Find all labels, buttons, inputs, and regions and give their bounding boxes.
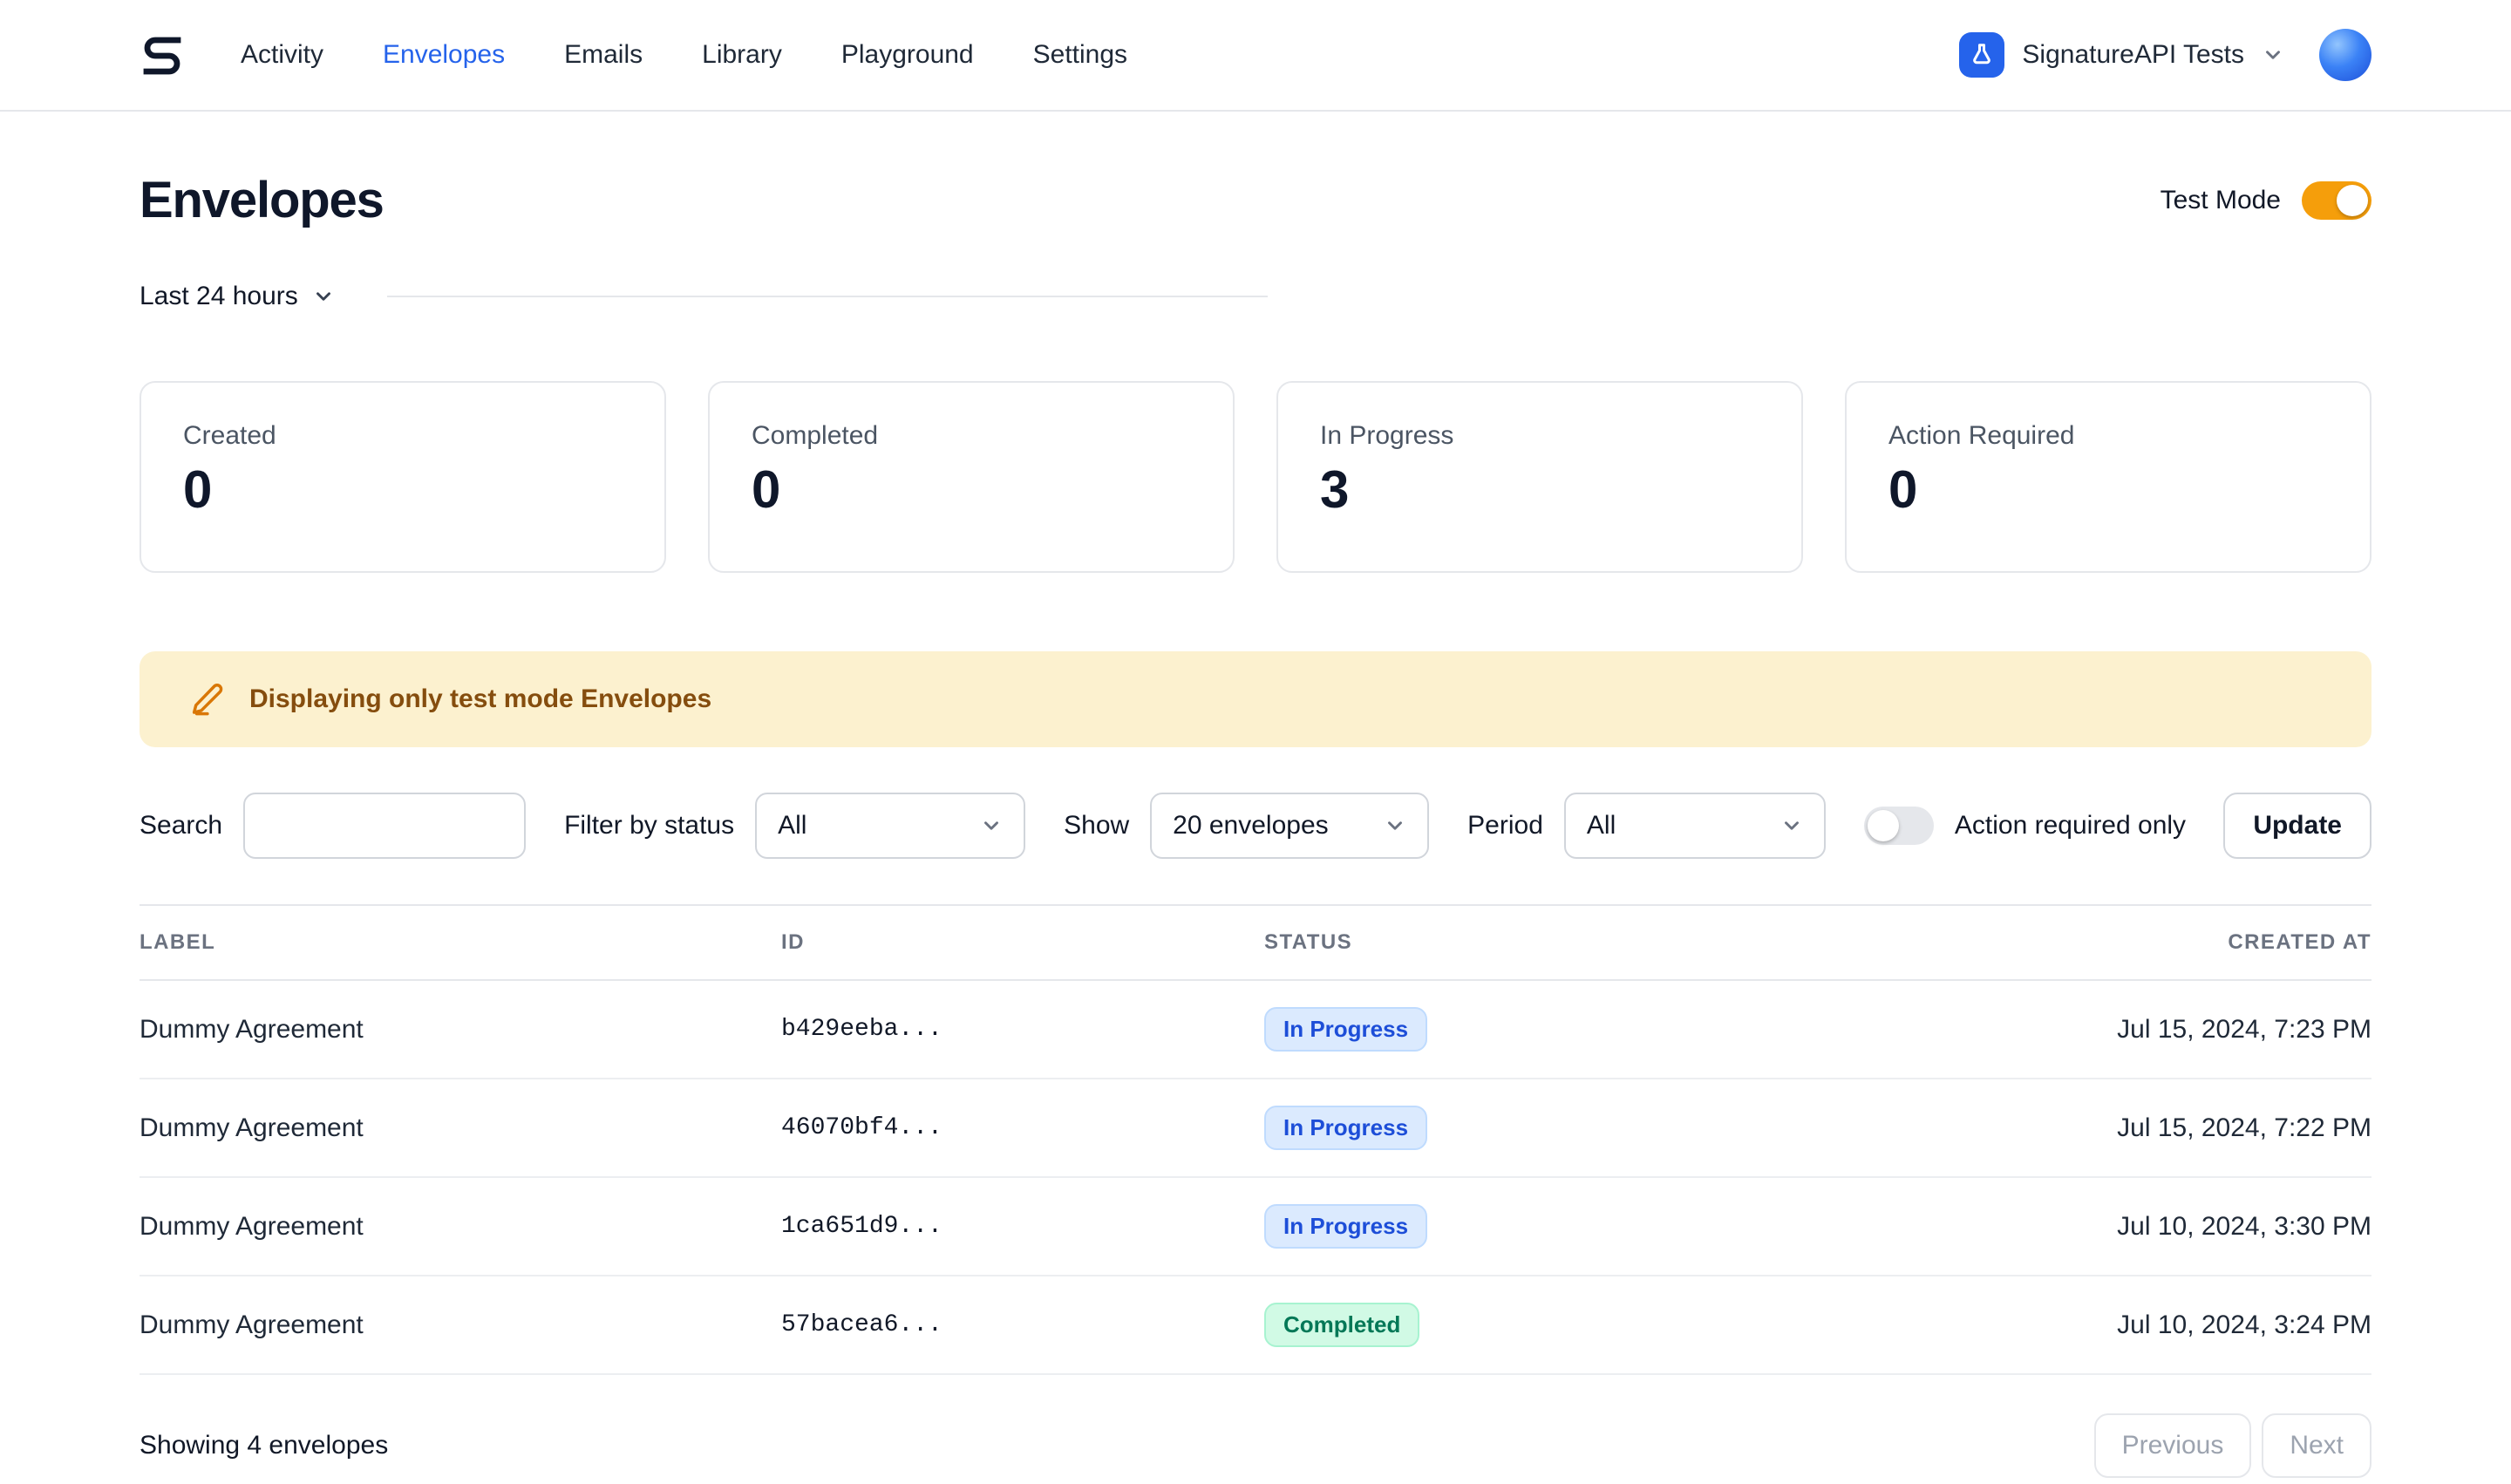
table-row[interactable]: Dummy Agreement b429eeba... In Progress …: [140, 981, 2372, 1079]
stat-label: Completed: [752, 421, 1191, 451]
stat-label: Action Required: [1888, 421, 2328, 451]
status-filter-label: Filter by status: [564, 811, 734, 841]
chevron-down-icon: [1780, 814, 1803, 837]
show-label: Show: [1064, 811, 1129, 841]
nav-item-activity[interactable]: Activity: [241, 40, 323, 70]
chevron-down-icon: [312, 285, 335, 308]
status-badge: Completed: [1264, 1303, 1419, 1347]
envelopes-table: Label ID Status Created At Dummy Agreeme…: [140, 904, 2372, 1375]
status-badge: In Progress: [1264, 1204, 1427, 1249]
show-value: 20 envelopes: [1173, 811, 1328, 841]
previous-button[interactable]: Previous: [2094, 1413, 2252, 1478]
envelope-id: 57bacea6...: [781, 1285, 1264, 1365]
status-filter-value: All: [778, 811, 806, 841]
time-range-value: Last 24 hours: [140, 282, 298, 311]
test-mode-banner: Displaying only test mode Envelopes: [140, 651, 2372, 747]
search-input[interactable]: [243, 793, 526, 859]
workspace-switcher[interactable]: SignatureAPI Tests: [1959, 29, 2372, 81]
stat-label: In Progress: [1320, 421, 1759, 451]
envelope-label: Dummy Agreement: [140, 1087, 781, 1169]
column-header-id: ID: [781, 906, 1264, 979]
update-button[interactable]: Update: [2223, 793, 2372, 859]
show-select[interactable]: 20 envelopes: [1150, 793, 1429, 859]
nav-links: Activity Envelopes Emails Library Playgr…: [241, 40, 1127, 70]
search-label: Search: [140, 811, 222, 841]
chevron-down-icon: [1384, 814, 1406, 837]
stat-card-created: Created 0: [140, 381, 666, 573]
workspace-badge-icon: [1959, 32, 2004, 78]
test-mode-label: Test Mode: [2161, 186, 2281, 215]
envelope-id: 46070bf4...: [781, 1088, 1264, 1167]
banner-text: Displaying only test mode Envelopes: [249, 684, 711, 714]
results-summary: Showing 4 envelopes: [140, 1431, 388, 1460]
stat-value: 0: [752, 459, 1191, 520]
stat-value: 0: [1888, 459, 2328, 520]
stat-card-completed: Completed 0: [708, 381, 1235, 573]
status-filter-select[interactable]: All: [755, 793, 1025, 859]
nav-item-envelopes[interactable]: Envelopes: [383, 40, 505, 70]
envelope-created-at: Jul 10, 2024, 3:24 PM: [1787, 1284, 2372, 1366]
pagination: Previous Next: [2094, 1413, 2372, 1478]
chevron-down-icon: [2262, 44, 2284, 66]
column-header-status: Status: [1264, 906, 1787, 979]
envelope-id: b429eeba...: [781, 990, 1264, 1069]
action-required-toggle[interactable]: [1864, 807, 1934, 845]
period-label: Period: [1467, 811, 1543, 841]
period-select[interactable]: All: [1564, 793, 1826, 859]
stat-card-in-progress: In Progress 3: [1276, 381, 1803, 573]
test-mode-toggle[interactable]: [2302, 181, 2372, 220]
table-header-row: Label ID Status Created At: [140, 906, 2372, 981]
stat-value: 3: [1320, 459, 1759, 520]
top-nav: Activity Envelopes Emails Library Playgr…: [0, 0, 2511, 112]
pen-icon: [188, 681, 225, 718]
column-header-label: Label: [140, 906, 781, 979]
main-content: Envelopes Test Mode Last 24 hours Create…: [0, 171, 2511, 1478]
envelope-id: 1ca651d9...: [781, 1187, 1264, 1266]
avatar[interactable]: [2319, 29, 2372, 81]
envelope-label: Dummy Agreement: [140, 1186, 781, 1268]
stat-cards: Created 0 Completed 0 In Progress 3 Acti…: [140, 381, 2372, 573]
table-row[interactable]: Dummy Agreement 57bacea6... Completed Ju…: [140, 1276, 2372, 1375]
envelope-created-at: Jul 15, 2024, 7:22 PM: [1787, 1087, 2372, 1169]
nav-item-library[interactable]: Library: [702, 40, 782, 70]
envelope-created-at: Jul 15, 2024, 7:23 PM: [1787, 989, 2372, 1071]
stat-card-action-required: Action Required 0: [1845, 381, 2372, 573]
filter-bar: Search Filter by status All Show 20 enve…: [140, 793, 2372, 859]
chevron-down-icon: [980, 814, 1003, 837]
table-footer: Showing 4 envelopes Previous Next: [140, 1413, 2372, 1478]
workspace-name: SignatureAPI Tests: [2022, 40, 2244, 70]
envelopes-page: Activity Envelopes Emails Library Playgr…: [0, 0, 2511, 1484]
column-header-created-at: Created At: [1787, 906, 2372, 979]
action-required-label: Action required only: [1955, 811, 2186, 841]
divider: [387, 296, 1268, 297]
nav-item-emails[interactable]: Emails: [564, 40, 643, 70]
nav-item-settings[interactable]: Settings: [1033, 40, 1127, 70]
envelope-label: Dummy Agreement: [140, 989, 781, 1071]
status-badge: In Progress: [1264, 1106, 1427, 1150]
envelope-created-at: Jul 10, 2024, 3:30 PM: [1787, 1186, 2372, 1268]
stat-value: 0: [183, 459, 623, 520]
stat-label: Created: [183, 421, 623, 451]
next-button[interactable]: Next: [2262, 1413, 2372, 1478]
nav-item-playground[interactable]: Playground: [841, 40, 974, 70]
time-range-dropdown[interactable]: Last 24 hours: [140, 282, 335, 311]
status-badge: In Progress: [1264, 1007, 1427, 1052]
table-row[interactable]: Dummy Agreement 46070bf4... In Progress …: [140, 1079, 2372, 1178]
page-title: Envelopes: [140, 171, 384, 229]
envelope-label: Dummy Agreement: [140, 1284, 781, 1366]
table-row[interactable]: Dummy Agreement 1ca651d9... In Progress …: [140, 1178, 2372, 1276]
signatureapi-logo-icon[interactable]: [140, 32, 185, 78]
period-value: All: [1587, 811, 1616, 841]
